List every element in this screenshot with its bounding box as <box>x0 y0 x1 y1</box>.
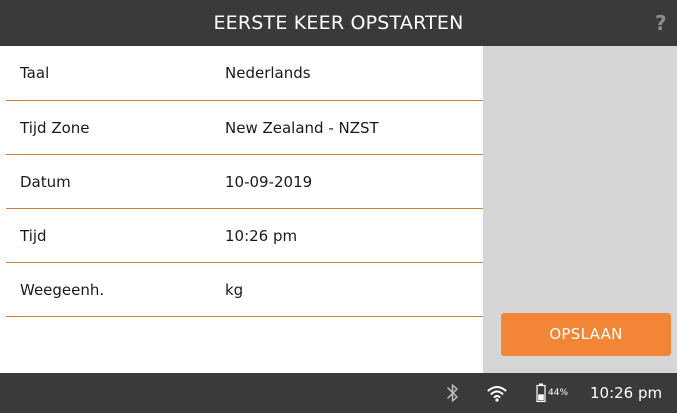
help-button[interactable]: ? <box>655 0 677 46</box>
setting-value: Nederlands <box>225 64 311 82</box>
setting-label: Tijd <box>20 227 47 245</box>
setting-label: Tijd Zone <box>20 119 90 137</box>
first-setup-screen: EERSTE KEER OPSTARTEN ? Taal Nederlands … <box>0 0 677 413</box>
setting-row-date[interactable]: Datum 10-09-2019 <box>0 155 483 209</box>
setting-row-language[interactable]: Taal Nederlands <box>0 46 483 100</box>
setting-value: kg <box>225 281 244 299</box>
settings-list: Taal Nederlands Tijd Zone New Zealand - … <box>0 46 483 373</box>
setting-label: Datum <box>20 173 71 191</box>
setting-value: 10:26 pm <box>225 227 298 245</box>
status-bar: 44% 10:26 pm <box>0 373 677 413</box>
setting-label: Weegeenh. <box>20 281 105 299</box>
setting-row-timezone[interactable]: Tijd Zone New Zealand - NZST <box>0 101 483 155</box>
setting-label: Taal <box>20 64 50 82</box>
row-divider <box>6 316 483 317</box>
clock: 10:26 pm <box>590 384 663 402</box>
page-title: EERSTE KEER OPSTARTEN <box>213 12 464 34</box>
bluetooth-icon <box>446 373 460 413</box>
wifi-icon <box>486 373 508 413</box>
battery-icon <box>535 373 547 413</box>
save-button[interactable]: OPSLAAN <box>501 313 671 356</box>
battery-level-fill <box>538 394 544 401</box>
setting-row-weight-unit[interactable]: Weegeenh. kg <box>0 263 483 317</box>
battery-percent: 44% <box>548 388 569 398</box>
setting-row-time[interactable]: Tijd 10:26 pm <box>0 209 483 263</box>
setting-value: 10-09-2019 <box>225 173 313 191</box>
setting-value: New Zealand - NZST <box>225 119 379 137</box>
header-bar: EERSTE KEER OPSTARTEN ? <box>0 0 677 46</box>
